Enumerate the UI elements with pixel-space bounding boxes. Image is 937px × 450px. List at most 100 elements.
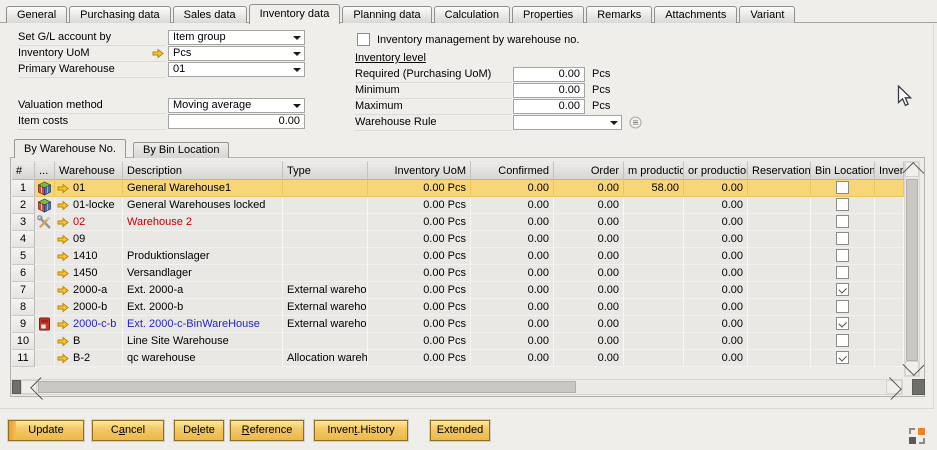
warehouse-code[interactable]: B-2 bbox=[73, 350, 90, 366]
tab-general[interactable]: General bbox=[6, 6, 67, 23]
table-row-warehouse-01[interactable]: 101General Warehouse10.00 Pcs0.000.0058.… bbox=[12, 180, 904, 197]
scrollbar-split-handle-right[interactable] bbox=[912, 379, 925, 395]
bin-location-checkbox[interactable] bbox=[836, 249, 849, 262]
horizontal-scroll-thumb[interactable] bbox=[38, 381, 576, 393]
field-primary-warehouse[interactable]: 01 bbox=[168, 62, 305, 77]
scrollbar-split-handle-left[interactable] bbox=[12, 380, 21, 394]
cell-bin[interactable] bbox=[811, 214, 875, 231]
bin-location-checkbox[interactable] bbox=[836, 181, 849, 194]
cancel-button[interactable]: Cancel bbox=[92, 420, 164, 441]
field-required-purchasing-uom[interactable]: 0.00 bbox=[513, 67, 585, 82]
scroll-left-button[interactable] bbox=[21, 380, 37, 394]
warehouse-code[interactable]: 1450 bbox=[73, 265, 97, 281]
column-header-reservation[interactable]: Reservation bbox=[748, 161, 811, 180]
tab-sales-data[interactable]: Sales data bbox=[173, 6, 247, 23]
bin-location-checkbox[interactable] bbox=[836, 215, 849, 228]
invent-history-button[interactable]: Invent.History bbox=[314, 420, 408, 441]
table-row-warehouse-2000-c-b[interactable]: 92000-c-bExt. 2000-c-BinWareHouseExterna… bbox=[12, 316, 904, 333]
scroll-up-button[interactable] bbox=[905, 162, 919, 177]
table-row-warehouse-01-locke[interactable]: 201-lockeGeneral Warehouses locked0.00 P… bbox=[12, 197, 904, 214]
table-row-warehouse-1450[interactable]: 61450Versandlager0.00 Pcs0.000.000.00 bbox=[12, 265, 904, 282]
bin-location-checkbox[interactable] bbox=[836, 266, 849, 279]
tab-remarks[interactable]: Remarks bbox=[586, 6, 652, 23]
bin-location-checkbox[interactable] bbox=[836, 232, 849, 245]
cell-bin[interactable] bbox=[811, 333, 875, 350]
warehouse-code[interactable]: 01 bbox=[73, 180, 85, 196]
grid-horizontal-scrollbar[interactable] bbox=[11, 379, 903, 395]
warehouse-code[interactable]: 2000-c-b bbox=[73, 316, 116, 332]
column-header-order[interactable]: Order bbox=[554, 161, 624, 180]
table-row-warehouse-b-2[interactable]: 11B-2qc warehouseAllocation wareho0.00 P… bbox=[12, 350, 904, 367]
warehouse-code[interactable]: 02 bbox=[73, 214, 85, 230]
cell-bin[interactable] bbox=[811, 316, 875, 333]
scroll-down-button[interactable] bbox=[905, 361, 919, 376]
cell-bin[interactable] bbox=[811, 248, 875, 265]
table-row-warehouse-2000-a[interactable]: 72000-aExt. 2000-aExternal warehous0.00 … bbox=[12, 282, 904, 299]
column-header-warehouse[interactable]: Warehouse bbox=[55, 161, 123, 180]
bin-location-checkbox[interactable] bbox=[836, 317, 849, 330]
extended-button[interactable]: Extended bbox=[430, 420, 490, 441]
table-row-warehouse-02[interactable]: 302Warehouse 20.00 Pcs0.000.000.00 bbox=[12, 214, 904, 231]
column-header-icon[interactable]: ... bbox=[35, 161, 55, 180]
bin-location-checkbox[interactable] bbox=[836, 283, 849, 296]
cell-icon bbox=[35, 180, 55, 197]
restore-window-icon[interactable] bbox=[908, 427, 926, 445]
bin-location-checkbox[interactable] bbox=[836, 300, 849, 313]
bin-location-checkbox[interactable] bbox=[836, 334, 849, 347]
reference-button[interactable]: Reference bbox=[230, 420, 304, 441]
field-maximum[interactable]: 0.00 bbox=[513, 99, 585, 114]
column-header-m-production[interactable]: m production bbox=[624, 161, 684, 180]
field-item-costs[interactable]: 0.00 bbox=[168, 114, 305, 129]
column-header-confirmed[interactable]: Confirmed bbox=[471, 161, 554, 180]
tab-planning-data[interactable]: Planning data bbox=[342, 6, 431, 23]
cell-bin[interactable] bbox=[811, 299, 875, 316]
column-header-bin-location[interactable]: Bin Location bbox=[811, 161, 875, 180]
table-row-warehouse-b[interactable]: 10BLine Site Warehouse0.00 Pcs0.000.000.… bbox=[12, 333, 904, 350]
field-minimum[interactable]: 0.00 bbox=[513, 83, 585, 98]
field-inventory-uom[interactable]: Pcs bbox=[168, 46, 305, 61]
tab-calculation[interactable]: Calculation bbox=[434, 6, 510, 23]
vertical-scroll-thumb[interactable] bbox=[906, 179, 918, 361]
column-header-description[interactable]: Description bbox=[123, 161, 283, 180]
table-row-warehouse-2000-b[interactable]: 82000-bExt. 2000-bExternal warehous0.00 … bbox=[12, 299, 904, 316]
grid-vertical-scrollbar[interactable] bbox=[904, 161, 920, 377]
subtab-by-bin-location[interactable]: By Bin Location bbox=[133, 142, 229, 158]
cell-bin[interactable] bbox=[811, 197, 875, 214]
column-header-inver[interactable]: Inver bbox=[875, 161, 904, 180]
tab-variant[interactable]: Variant bbox=[739, 6, 795, 23]
subtab-by-warehouse-no[interactable]: By Warehouse No. bbox=[14, 139, 126, 158]
warehouse-code[interactable]: 1410 bbox=[73, 248, 97, 264]
field-valuation-method[interactable]: Moving average bbox=[168, 98, 305, 113]
bin-location-checkbox[interactable] bbox=[836, 351, 849, 364]
tab-inventory-data[interactable]: Inventory data bbox=[249, 4, 341, 24]
tab-properties[interactable]: Properties bbox=[512, 6, 584, 23]
warehouse-code[interactable]: B bbox=[73, 333, 80, 349]
grid-header-row: #...WarehouseDescriptionTypeInventory Uo… bbox=[12, 161, 904, 180]
cell-inv: 0.00 Pcs bbox=[368, 180, 471, 197]
table-row-warehouse-1410[interactable]: 51410Produktionslager0.00 Pcs0.000.000.0… bbox=[12, 248, 904, 265]
column-header-or-production[interactable]: or production bbox=[684, 161, 748, 180]
field-set-g-l-account-by[interactable]: Item group bbox=[168, 30, 305, 45]
column-header-type[interactable]: Type bbox=[283, 161, 368, 180]
cell-bin[interactable] bbox=[811, 282, 875, 299]
table-row-warehouse-09[interactable]: 4090.00 Pcs0.000.000.00 bbox=[12, 231, 904, 248]
update-button[interactable]: Update bbox=[8, 420, 84, 441]
tab-attachments[interactable]: Attachments bbox=[654, 6, 737, 23]
cell-bin[interactable] bbox=[811, 231, 875, 248]
field-warehouse-rule[interactable] bbox=[513, 115, 622, 130]
delete-button[interactable]: Delete bbox=[174, 420, 224, 441]
cell-bin[interactable] bbox=[811, 180, 875, 197]
column-header-icon[interactable]: # bbox=[12, 161, 35, 180]
warehouse-code[interactable]: 2000-b bbox=[73, 299, 107, 315]
cell-bin[interactable] bbox=[811, 350, 875, 367]
scroll-right-button[interactable] bbox=[886, 380, 902, 394]
warehouse-code[interactable]: 2000-a bbox=[73, 282, 107, 298]
cell-bin[interactable] bbox=[811, 265, 875, 282]
warehouse-code[interactable]: 01-locke bbox=[73, 197, 115, 213]
bin-location-checkbox[interactable] bbox=[836, 198, 849, 211]
warehouse-code[interactable]: 09 bbox=[73, 231, 85, 247]
inventory-mgmt-by-warehouse-checkbox[interactable] bbox=[357, 33, 370, 46]
tab-purchasing-data[interactable]: Purchasing data bbox=[69, 6, 171, 23]
column-header-inventory-uom[interactable]: Inventory UoM bbox=[368, 161, 471, 180]
cell-reservation bbox=[748, 299, 811, 316]
